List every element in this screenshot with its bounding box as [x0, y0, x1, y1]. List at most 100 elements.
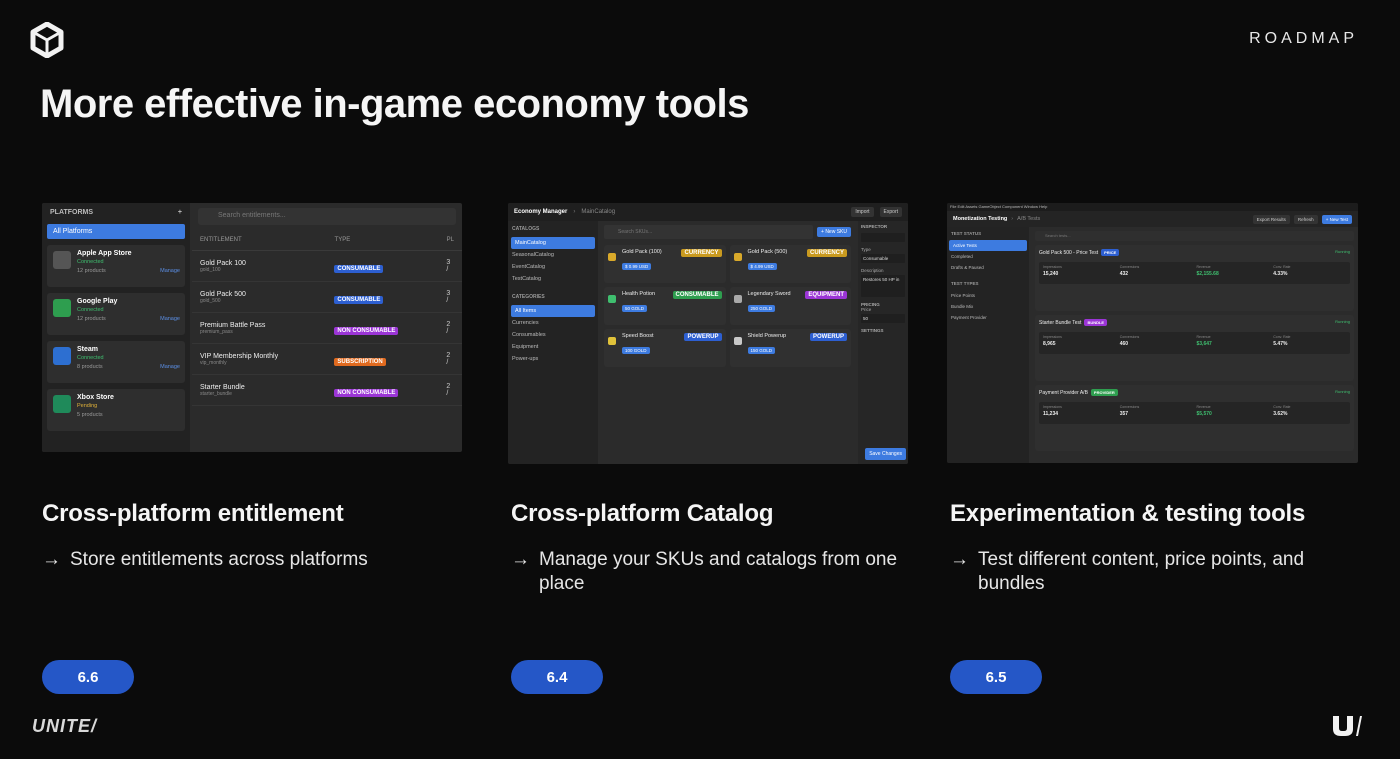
feature-bullet: Store entitlements across platforms	[70, 549, 368, 570]
arrow-right-icon: →	[511, 549, 530, 570]
test-name: Starter Bundle Test	[1039, 320, 1082, 326]
search-entitlements-input: Search entitlements...	[198, 208, 456, 225]
stat-rate: Conv. Rate 5.47%	[1273, 335, 1346, 351]
type-cell: NON CONSUMABLE	[334, 319, 446, 337]
platform-count: 3 /	[446, 290, 451, 304]
sku-tag: CURRENCY	[806, 249, 847, 257]
item-icon	[733, 337, 742, 345]
feature-entitlement: Cross-platform entitlement → Store entitl…	[42, 500, 462, 572]
entitlement-name: Gold Pack 100	[200, 259, 246, 267]
entitlement-cell: Gold Pack 100 gold_100	[200, 260, 334, 273]
test-tag: BUNDLE	[1084, 319, 1108, 326]
version-badge: 6.4	[511, 660, 603, 694]
type-cell: CONSUMABLE	[334, 257, 446, 275]
platform-count: 2 /	[446, 321, 451, 335]
category-item: Consumables	[512, 332, 546, 338]
search-tests-input: Search tests...	[1035, 231, 1354, 241]
sku-card: Health Potion CONSUMABLE 50 GOLD	[604, 287, 726, 325]
app-title: Economy Manager	[514, 209, 568, 215]
sku-grid-area: Search SKUs... + New SKU Gold Pack (100)…	[600, 221, 855, 464]
feature-title: Experimentation & testing tools	[950, 500, 1306, 527]
stat-label: Impressions	[1043, 405, 1062, 409]
stat-label: Revenue	[1196, 265, 1211, 269]
platform-footer: 8 products Manage	[77, 364, 180, 370]
inspector-heading: INSPECTOR	[861, 224, 888, 229]
testing-toolbar: Monetization Testing › A/B Tests Export …	[947, 211, 1358, 227]
entitlement-cell: Starter Bundle starter_bundle	[200, 384, 334, 397]
sku-card: Legendary Sword EQUIPMENT 250 GOLD	[729, 287, 851, 325]
settings-heading: SETTINGS	[861, 328, 884, 333]
platform-status: Connected	[77, 307, 104, 313]
type-label: Type	[861, 247, 871, 252]
arrow-right-icon: →	[950, 549, 969, 570]
stat-conversions: Conversions 357	[1120, 405, 1193, 421]
stat-label: Conversions	[1119, 265, 1140, 269]
stat-value: 11,234	[1043, 411, 1059, 417]
col-entitlement: ENTITLEMENT	[200, 237, 242, 243]
stat-value: 3.62%	[1273, 411, 1288, 417]
platform-name: Steam	[77, 346, 99, 353]
table-row: VIP Membership Monthly vip_monthly SUBSCRI…	[192, 344, 462, 375]
stat-impressions: Impressions 11,234	[1043, 405, 1116, 421]
sku-card: Gold Pack (100) CURRENCY $ 0.99 USD	[604, 245, 726, 283]
stat-impressions: Impressions 15,240	[1043, 265, 1116, 281]
stat-value: 15,240	[1043, 271, 1059, 277]
platform-status: Pending	[77, 403, 98, 409]
col-type: TYPE	[334, 237, 351, 243]
test-header: Starter Bundle Test BUNDLE	[1039, 319, 1350, 326]
type-badge: SUBSCRIPTION	[334, 358, 386, 366]
arrow-right-icon: →	[42, 549, 61, 570]
catalog-sidebar: CATALOGS MainCatalog SeasonalCatalog Event…	[508, 221, 598, 464]
type-item: Payment Provider	[951, 315, 987, 320]
stat-value: 8,965	[1043, 341, 1056, 347]
type-badge: CONSUMABLE	[334, 265, 384, 273]
test-status: Running	[1335, 319, 1350, 324]
feature-title: Cross-platform entitlement	[42, 500, 344, 527]
test-tag: PRICE	[1101, 249, 1120, 256]
unite-logo: UNITE/	[32, 716, 98, 736]
stat-value: $5,570	[1196, 411, 1212, 417]
unity-logo-icon	[30, 22, 64, 58]
product-count: 5 products	[77, 412, 103, 418]
app-title: Monetization Testing	[953, 216, 1008, 222]
catalog-screenshot: Economy Manager › MainCatalog Import Exp…	[508, 203, 908, 464]
catalog-item: EventCatalog	[512, 264, 546, 270]
category-item: Equipment	[512, 344, 539, 350]
platform-icon	[53, 299, 71, 317]
sku-price: 100 GOLD	[622, 347, 650, 354]
stat-value: 4.33%	[1273, 271, 1288, 277]
platform-name: Xbox Store	[77, 394, 114, 401]
price-label: Price	[861, 307, 872, 312]
stat-label: Conv. Rate	[1273, 405, 1291, 409]
platforms-sidebar: PLATFORMS + All Platforms Apple App Store…	[42, 203, 190, 452]
stat-conversions: Conversions 460	[1120, 335, 1193, 351]
stat-value: 460	[1119, 341, 1129, 347]
platform-count: 2 /	[446, 352, 451, 366]
entitlement-cell: VIP Membership Monthly vip_monthly	[200, 353, 334, 366]
manage-link: Manage	[160, 316, 180, 322]
item-icon	[733, 295, 742, 303]
platform-icon	[53, 251, 71, 269]
stat-label: Revenue	[1196, 335, 1211, 339]
sku-price: $ 0.99 USD	[622, 263, 652, 270]
sku-card: Shield Powerup POWERUP 150 GOLD	[729, 329, 851, 367]
stat-label: Impressions	[1043, 335, 1062, 339]
table-row: Gold Pack 100 gold_100 CONSUMABLE 3 /	[192, 251, 462, 282]
stat-conversions: Conversions 432	[1120, 265, 1193, 281]
stat-label: Revenue	[1196, 405, 1211, 409]
platform-name: Google Play	[77, 298, 118, 305]
category-item: Power-ups	[512, 356, 539, 362]
entitlement-cell: Gold Pack 500 gold_500	[200, 291, 334, 304]
stat-label: Impressions	[1043, 265, 1062, 269]
sku-card: Gold Pack (500) CURRENCY $ 4.99 USD	[729, 245, 851, 283]
test-types-heading: TEST TYPES	[951, 281, 979, 286]
sku-price: $ 4.99 USD	[747, 263, 777, 270]
type-cell: SUBSCRIPTION	[334, 350, 446, 368]
stat-rate: Conv. Rate 3.62%	[1273, 405, 1346, 421]
item-icon	[733, 253, 742, 261]
test-header: Payment Provider A/B PROVIDER	[1039, 389, 1350, 396]
type-cell: CONSUMABLE	[334, 288, 446, 306]
categories-heading: CATEGORIES	[512, 294, 545, 300]
price-value: 50	[861, 314, 905, 323]
sku-tag: POWERUP	[684, 333, 722, 341]
